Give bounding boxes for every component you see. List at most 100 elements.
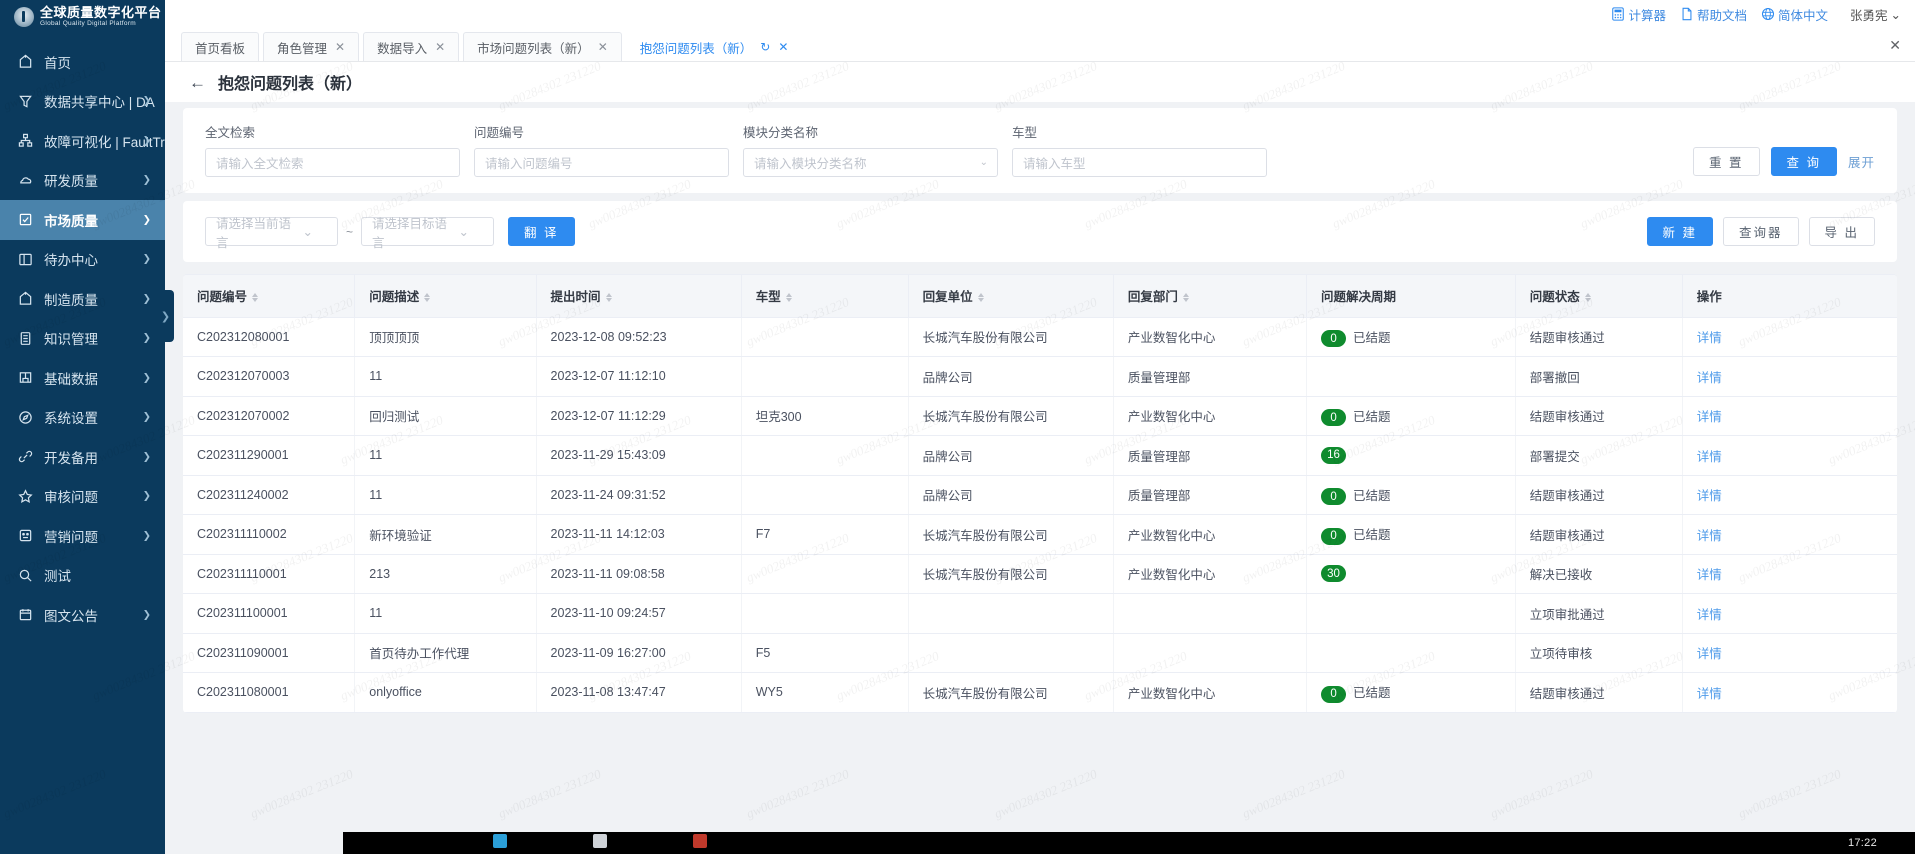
tab-4[interactable]: 市场问题列表（新） ✕ (463, 32, 622, 61)
table-column-header-2[interactable]: 问题描述 (354, 275, 537, 318)
close-icon[interactable]: ✕ (598, 40, 608, 54)
detail-link[interactable]: 详情 (1697, 410, 1722, 424)
sidebar-item-13[interactable]: 营销问题 ❯ (0, 516, 165, 556)
detail-link[interactable]: 详情 (1697, 529, 1722, 543)
sidebar-item-15[interactable]: 图文公告 ❯ (0, 595, 165, 635)
sidebar-item-5[interactable]: 市场质量 ❯ (0, 200, 165, 240)
sidebar-item-12[interactable]: 审核问题 ❯ (0, 477, 165, 517)
sidebar: 全球质量数字化平台 Global Quality Digital Platfor… (0, 0, 174, 854)
table-column-header-8[interactable]: 问题状态 (1515, 275, 1683, 318)
sidebar-item-6[interactable]: 待办中心 ❯ (0, 240, 165, 280)
filter-text-input[interactable]: 请输入全文检索 (205, 148, 460, 177)
sidebar-item-label: 审核问题 (44, 490, 98, 506)
sidebar-item-8[interactable]: 知识管理 ❯ (0, 319, 165, 359)
header-item-calculator[interactable]: 计算器 (1611, 5, 1666, 24)
chevron-right-icon: ❯ (142, 490, 151, 502)
taskbar-icon-browser[interactable] (493, 834, 507, 848)
expand-filters-link[interactable]: 展开 (1848, 152, 1875, 171)
issues-table-container[interactable]: 问题编号 问题描述 提出时间 车型 回复单位 回复部门 问题解决周期 问题状态 操作 C2023… (183, 274, 1897, 713)
table-row[interactable]: C202312070002 回归测试 2023-12-07 11:12:29 坦克30… (183, 396, 1897, 436)
reset-button[interactable]: 重 置 (1693, 147, 1760, 176)
table-row[interactable]: C202311080001 onlyoffice 2023-11-08 13:47:… (183, 672, 1897, 713)
cycle-badge: 0 (1321, 685, 1347, 703)
taskbar-icon-pdf[interactable] (693, 834, 707, 848)
refresh-icon[interactable]: ↻ (760, 40, 770, 54)
cell-dept: 产业数智化中心 (1113, 514, 1308, 555)
placeholder-text: 请输入车型 (1023, 157, 1086, 171)
sidebar-item-14[interactable]: 测试 (0, 556, 165, 596)
header-item-help-doc[interactable]: 帮助文档 (1680, 5, 1747, 24)
taskbar-icon-app[interactable] (593, 834, 607, 848)
detail-link[interactable]: 详情 (1697, 371, 1722, 385)
sidebar-item-11[interactable]: 开发备用 ❯ (0, 437, 165, 477)
table-row[interactable]: C202311240002 11 2023-11-24 09:31:52 品牌公司 质量… (183, 475, 1897, 515)
sidebar-item-7[interactable]: 制造质量 ❯ (0, 279, 165, 319)
tab-3[interactable]: 数据导入 ✕ (363, 32, 460, 61)
table-column-header-6[interactable]: 回复部门 (1113, 275, 1308, 318)
sort-toggle-icon[interactable] (424, 293, 431, 303)
home-icon (17, 290, 34, 307)
detail-link[interactable]: 详情 (1697, 568, 1722, 582)
sort-toggle-icon[interactable] (605, 293, 612, 303)
sort-toggle-icon[interactable] (785, 293, 792, 303)
translate-button[interactable]: 翻 译 (508, 217, 575, 246)
star-icon (17, 488, 34, 505)
sidebar-collapse-handle[interactable]: ❯ (157, 290, 174, 342)
table-column-header-3[interactable]: 提出时间 (536, 275, 742, 318)
sidebar-item-2[interactable]: 数据共享中心 | DA ❯ (0, 82, 165, 122)
tab-2[interactable]: 角色管理 ✕ (263, 32, 360, 61)
cell-desc: 新环境验证 (354, 514, 537, 555)
sort-toggle-icon[interactable] (1584, 293, 1591, 303)
header-item-language[interactable]: 简体中文 (1761, 5, 1828, 24)
sidebar-item-9[interactable]: 基础数据 ❯ (0, 358, 165, 398)
cell-unit: 长城汽车股份有限公司 (908, 672, 1114, 713)
query-builder-button[interactable]: 查询器 (1723, 217, 1799, 246)
table-row[interactable]: C202311110002 新环境验证 2023-11-11 14:12:03 F7 长… (183, 514, 1897, 555)
table-row[interactable]: C202311110001 213 2023-11-11 09:08:58 长城汽车股… (183, 554, 1897, 594)
table-row[interactable]: C202312070003 11 2023-12-07 11:12:10 品牌公司 质量… (183, 356, 1897, 397)
sidebar-item-10[interactable]: 系统设置 ❯ (0, 398, 165, 438)
detail-link[interactable]: 详情 (1697, 608, 1722, 622)
close-icon[interactable]: ✕ (435, 40, 445, 54)
detail-link[interactable]: 详情 (1697, 489, 1722, 503)
target-language-select[interactable]: 请选择目标语言 ⌄ (361, 217, 495, 250)
table-column-header-1[interactable]: 问题编号 (183, 275, 356, 318)
user-menu[interactable]: 张勇宪 ⌄ (1850, 5, 1901, 24)
sidebar-item-4[interactable]: 研发质量 ❯ (0, 161, 165, 201)
sort-toggle-icon[interactable] (1182, 293, 1189, 303)
sort-toggle-icon[interactable] (252, 293, 259, 303)
detail-link[interactable]: 详情 (1697, 647, 1722, 661)
table-column-header-4[interactable]: 车型 (741, 275, 909, 318)
detail-link[interactable]: 详情 (1697, 450, 1722, 464)
table-column-header-5[interactable]: 回复单位 (908, 275, 1114, 318)
close-icon[interactable]: ✕ (335, 40, 345, 54)
cell-time: 2023-11-10 09:24:57 (536, 593, 742, 634)
table-row[interactable]: C202311290001 11 2023-11-29 15:43:09 品牌公司 质量… (183, 435, 1897, 476)
filter-select-input[interactable]: 请输入模块分类名称 ⌄ (743, 148, 998, 177)
sidebar-item-label: 研发质量 (44, 174, 98, 190)
cell-model (741, 317, 909, 357)
source-language-select[interactable]: 请选择当前语言 ⌄ (205, 217, 338, 250)
new-button[interactable]: 新 建 (1646, 217, 1713, 246)
tab-5[interactable]: 抱怨问题列表（新） ↻ ✕ (625, 32, 803, 61)
table-row[interactable]: C202312080001 顶顶顶顶 2023-12-08 09:52:23 长城汽车… (183, 317, 1897, 357)
cell-actions: 详情 (1682, 475, 1897, 515)
query-button[interactable]: 查 询 (1770, 147, 1837, 176)
detail-link[interactable]: 详情 (1697, 687, 1722, 701)
sidebar-item-3[interactable]: 故障可视化 | FaultTree❯ (0, 121, 165, 161)
sidebar-item-label: 制造质量 (44, 292, 98, 308)
tab-1[interactable]: 首页看板 (181, 32, 260, 61)
top-header-bar: 计算器 帮助文档 简体中文 张勇宪 ⌄ (165, 0, 1915, 29)
filter-text-input[interactable]: 请输入车型 (1012, 148, 1267, 177)
export-button[interactable]: 导 出 (1808, 217, 1875, 246)
table-column-label: 回复单位 (922, 290, 973, 305)
back-arrow-icon[interactable]: ← (189, 74, 206, 91)
detail-link[interactable]: 详情 (1697, 331, 1722, 345)
table-row[interactable]: C202311100001 11 2023-11-10 09:24:57 立项审批通过… (183, 593, 1897, 634)
close-icon[interactable]: ✕ (778, 40, 788, 54)
filter-text-input[interactable]: 请输入问题编号 (474, 148, 729, 177)
table-row[interactable]: C202311090001 首页待办工作代理 2023-11-09 16:27:00… (183, 633, 1897, 673)
sidebar-item-1[interactable]: 首页 (0, 42, 165, 82)
close-all-tabs-icon[interactable]: ✕ (1889, 37, 1901, 54)
sort-toggle-icon[interactable] (977, 293, 984, 303)
